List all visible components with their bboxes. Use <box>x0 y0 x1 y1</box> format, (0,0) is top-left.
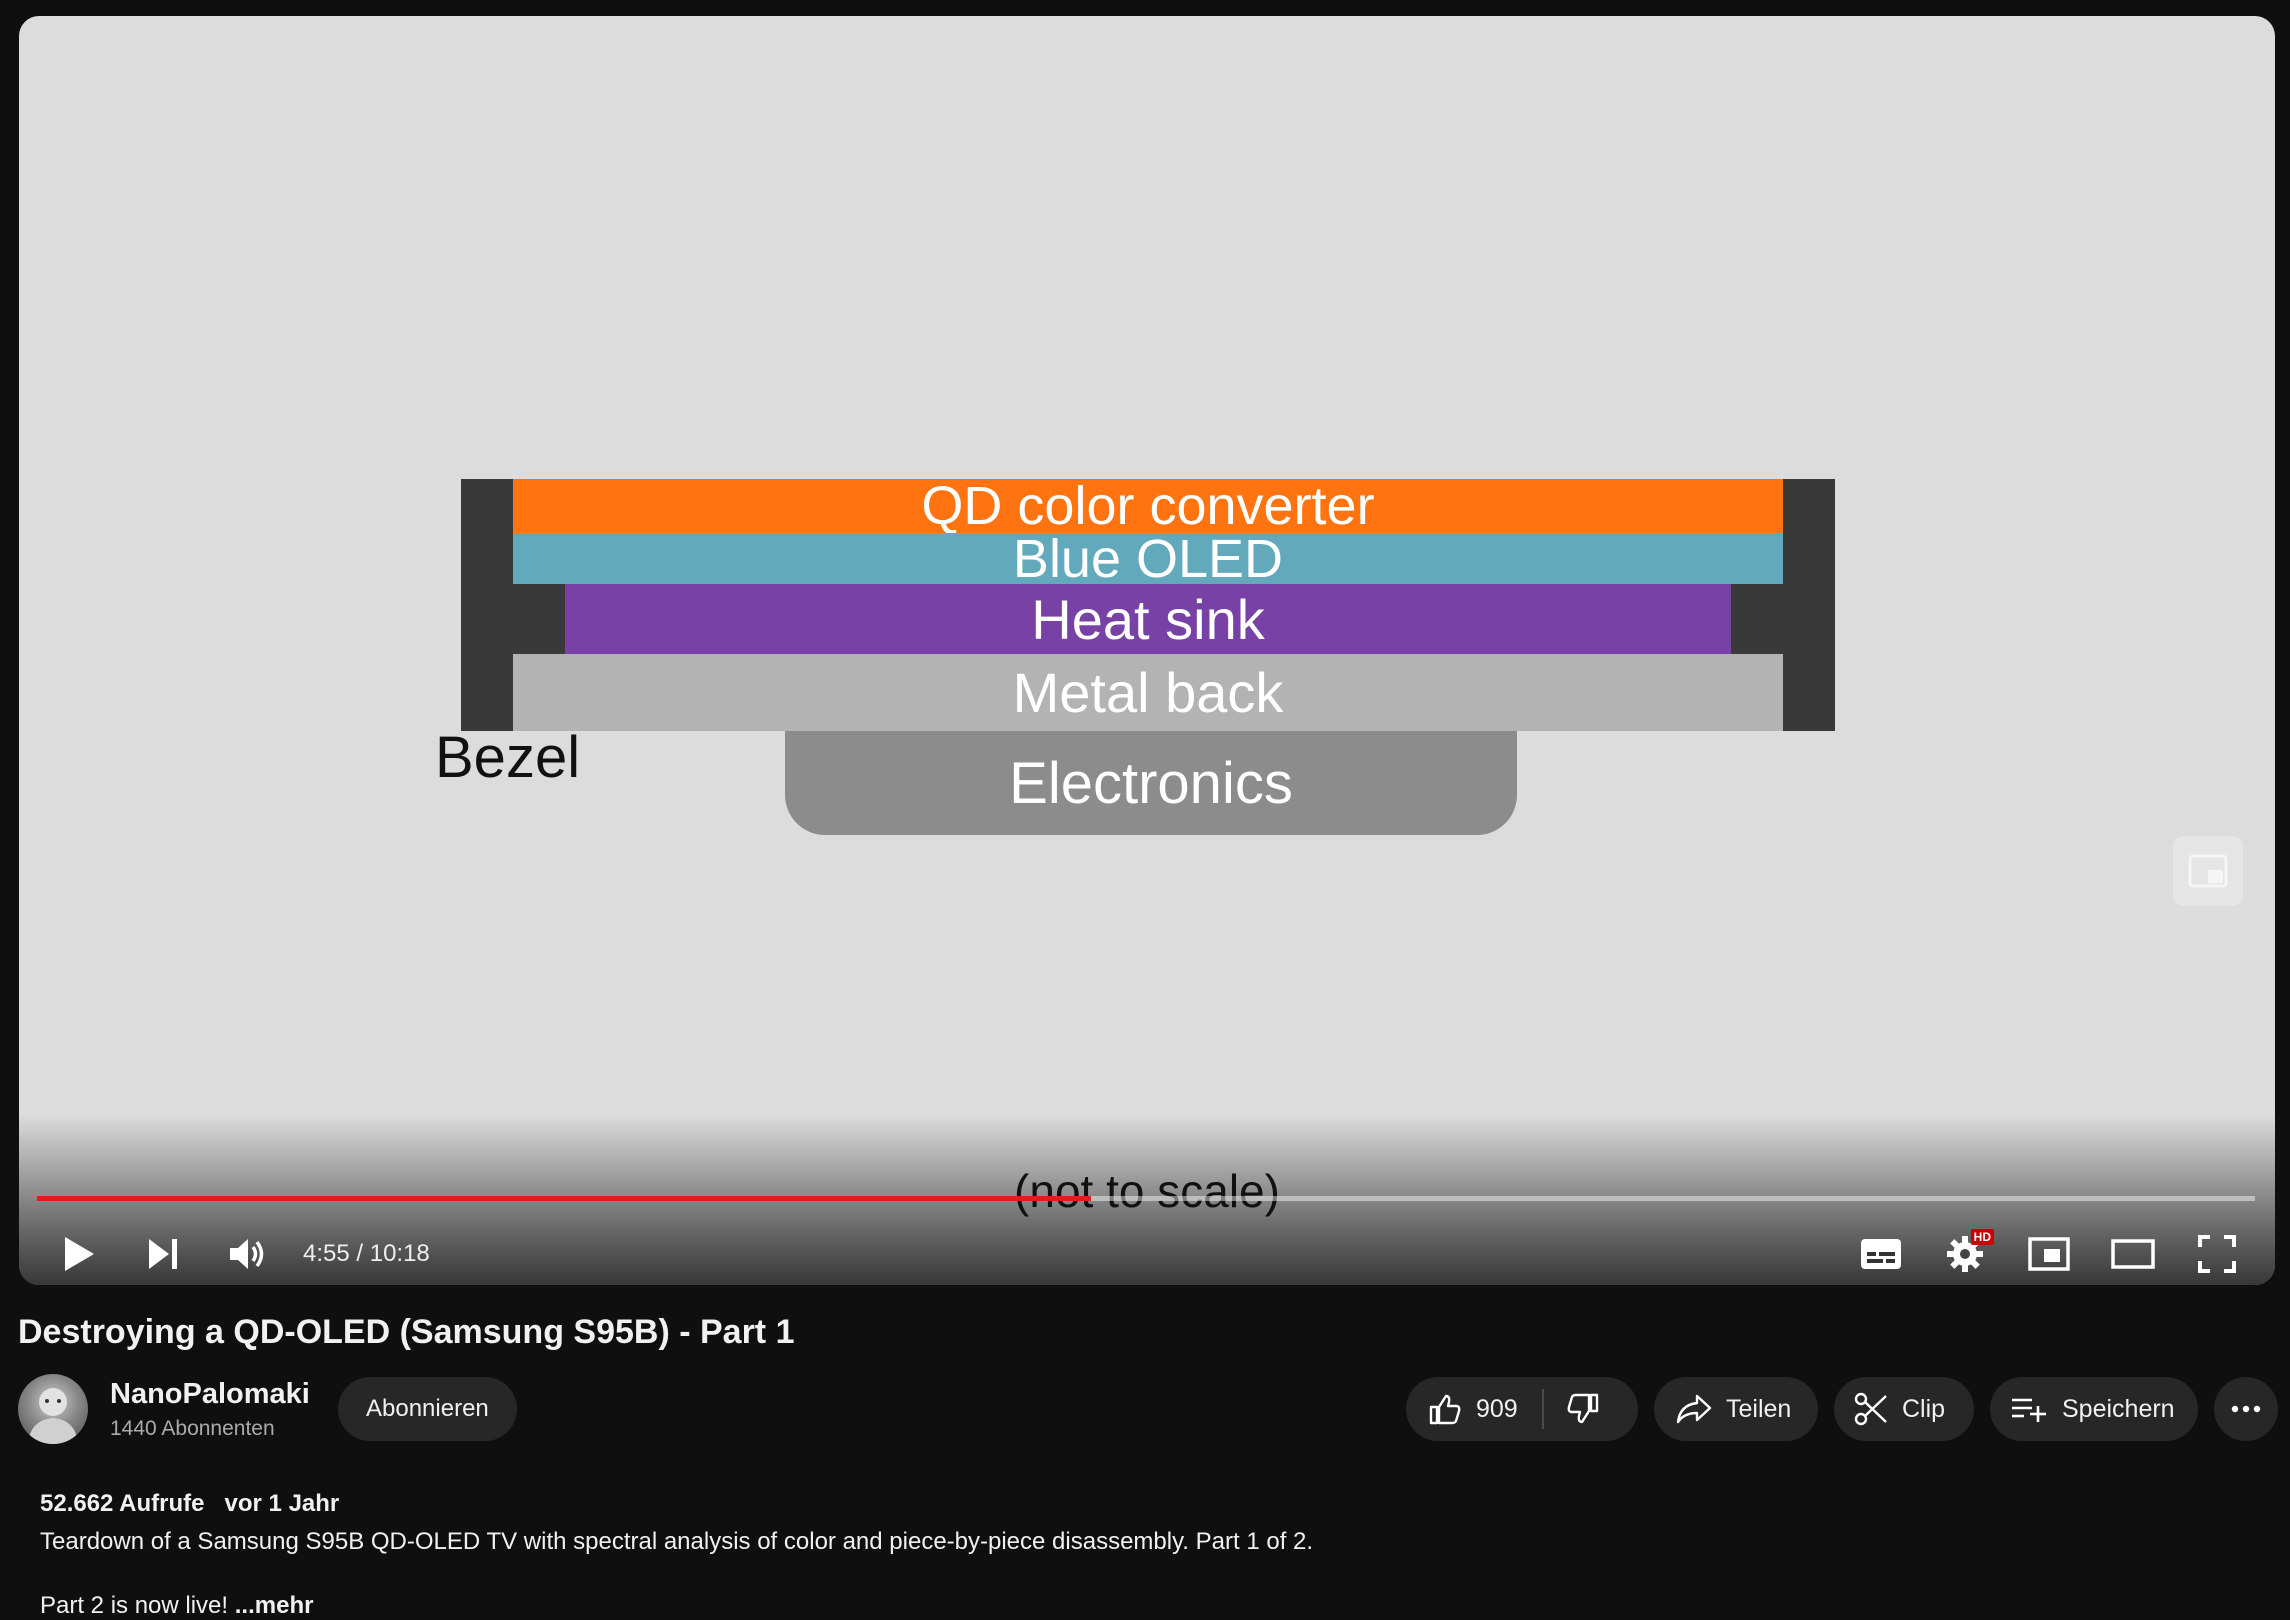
layer-qd-color-converter: QD color converter <box>513 476 1783 536</box>
description-meta: 52.662 Aufrufe vor 1 Jahr <box>40 1490 2250 1518</box>
volume-icon <box>230 1239 264 1269</box>
channel-avatar[interactable] <box>18 1374 88 1444</box>
fullscreen-icon <box>2198 1235 2236 1273</box>
save-button[interactable]: Speichern <box>1990 1377 2198 1441</box>
settings-button[interactable]: HD <box>1923 1219 2007 1285</box>
layer-label: Blue OLED <box>1012 528 1284 589</box>
scissors-icon <box>1854 1392 1887 1426</box>
electronics-label: Electronics <box>1009 750 1293 816</box>
progress-bar[interactable] <box>37 1196 2255 1201</box>
thumbs-up-icon <box>1429 1394 1461 1425</box>
layer-metal-back: Metal back <box>513 654 1783 731</box>
hd-badge: HD <box>1970 1229 1994 1245</box>
clip-button[interactable]: Clip <box>1834 1377 1974 1441</box>
layer-blue-oled: Blue OLED <box>513 529 1783 589</box>
clip-label: Clip <box>1902 1394 1946 1423</box>
more-actions-button[interactable] <box>2214 1377 2278 1441</box>
share-icon <box>1676 1394 1712 1424</box>
share-label: Teilen <box>1726 1394 1792 1423</box>
share-button[interactable]: Teilen <box>1654 1377 1818 1441</box>
bezel-right <box>1783 479 1835 731</box>
fullscreen-button[interactable] <box>2175 1219 2259 1285</box>
show-more-link[interactable]: ...mehr <box>235 1592 314 1619</box>
layer-label: Metal back <box>1012 661 1284 724</box>
layer-electronics: Electronics <box>785 731 1517 835</box>
progress-played <box>37 1196 1091 1201</box>
thumbs-down-icon <box>1567 1393 1598 1424</box>
miniplayer-icon <box>2028 1237 2070 1271</box>
subscriber-count: 1440 Abonnenten <box>110 1417 275 1440</box>
play-button[interactable] <box>37 1219 121 1285</box>
more-horizontal-icon <box>2231 1405 2261 1413</box>
subtitles-button[interactable] <box>1839 1219 1923 1285</box>
video-title: Destroying a QD-OLED (Samsung S95B) - Pa… <box>18 1313 795 1351</box>
description-snippet: Part 2 is now live! ...mehr <box>40 1592 2250 1620</box>
description-box[interactable]: 52.662 Aufrufe vor 1 Jahr Teardown of a … <box>40 1490 2250 1620</box>
diagram-caption: (not to scale) <box>1014 1165 1280 1217</box>
player-controls: 4:55 / 10:18 HD <box>19 1219 2275 1285</box>
next-icon <box>149 1239 177 1269</box>
layer-label: Heat sink <box>1031 587 1265 651</box>
subtitles-icon <box>1861 1239 1901 1269</box>
playlist-add-icon <box>2012 1398 2046 1422</box>
like-count: 909 <box>1476 1394 1518 1423</box>
description-line2: Part 2 is now live! <box>40 1592 229 1619</box>
description-text: Teardown of a Samsung S95B QD-OLED TV wi… <box>40 1528 1314 1555</box>
like-button[interactable]: 909 <box>1406 1377 1542 1441</box>
theater-mode-icon <box>2111 1239 2155 1269</box>
bezel-label: Bezel <box>435 725 581 790</box>
view-count: 52.662 Aufrufe <box>40 1490 205 1517</box>
bezel-inner-right <box>1731 584 1783 654</box>
video-frame: QD color converter Blue OLED Heat sink M… <box>19 16 2275 1285</box>
time-display: 4:55 / 10:18 <box>303 1240 430 1267</box>
owner-row: NanoPalomaki 1440 Abonnenten Abonnieren … <box>18 1372 2278 1444</box>
miniplayer-button[interactable] <box>2007 1219 2091 1285</box>
bezel-inner-left <box>513 584 565 654</box>
like-dislike-group: 909 <box>1406 1377 1638 1441</box>
play-icon <box>65 1237 94 1271</box>
layer-heat-sink: Heat sink <box>565 584 1731 654</box>
volume-button[interactable] <box>205 1219 289 1285</box>
bezel-left <box>461 479 513 731</box>
next-button[interactable] <box>121 1219 205 1285</box>
theater-mode-button[interactable] <box>2091 1219 2175 1285</box>
channel-name[interactable]: NanoPalomaki <box>110 1378 310 1411</box>
upload-age: vor 1 Jahr <box>224 1490 340 1517</box>
subscribe-button[interactable]: Abonnieren <box>338 1377 517 1441</box>
save-label: Speichern <box>2062 1394 2175 1423</box>
expand-overlay-icon[interactable] <box>2173 836 2243 906</box>
dislike-button[interactable] <box>1544 1377 1622 1441</box>
video-player[interactable]: QD color converter Blue OLED Heat sink M… <box>19 16 2275 1285</box>
